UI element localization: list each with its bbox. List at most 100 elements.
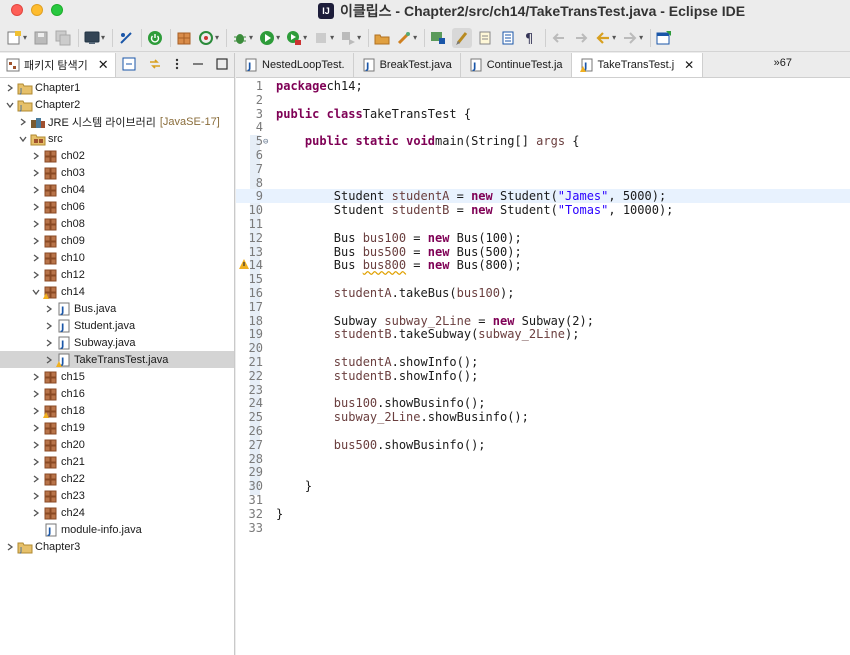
tree-item-ch12[interactable]: ch12 xyxy=(0,266,234,283)
minimize-window-button[interactable] xyxy=(31,4,43,16)
code-line[interactable]: 14 Bus bus800 = new Bus(800); xyxy=(236,258,850,272)
tree-item-ch20[interactable]: ch20 xyxy=(0,436,234,453)
tree-item-ch19[interactable]: ch19 xyxy=(0,419,234,436)
tree-item-ch04[interactable]: ch04 xyxy=(0,181,234,198)
tree-item-ch03[interactable]: ch03 xyxy=(0,164,234,181)
warning-icon[interactable] xyxy=(239,259,249,270)
open-type-icon[interactable] xyxy=(374,28,390,48)
code-line[interactable]: 28 xyxy=(236,452,850,466)
tree-item-bus-java[interactable]: J Bus.java xyxy=(0,300,234,317)
close-icon[interactable]: ✕ xyxy=(98,57,109,73)
outline-icon[interactable] xyxy=(500,28,516,48)
tree-item-ch09[interactable]: ch09 xyxy=(0,232,234,249)
build-icon[interactable]: ▾ xyxy=(340,28,361,48)
chevron-right-icon[interactable] xyxy=(43,354,55,366)
chevron-right-icon[interactable] xyxy=(43,303,55,315)
code-line[interactable]: 7 xyxy=(236,162,850,176)
code-line[interactable]: 12 Bus bus100 = new Bus(100); xyxy=(236,231,850,245)
tab-package-explorer[interactable]: 패키지 탐색기 ✕ xyxy=(0,53,116,77)
tree-item-ch22[interactable]: ch22 xyxy=(0,470,234,487)
paragraph-icon[interactable]: ¶ xyxy=(522,28,538,48)
run-icon[interactable]: ▾ xyxy=(259,28,280,48)
tree-item-chapter1[interactable]: J Chapter1 xyxy=(0,79,234,96)
code-line[interactable]: 17 xyxy=(236,300,850,314)
tree-item-ch08[interactable]: ch08 xyxy=(0,215,234,232)
close-tab-icon[interactable]: ✕ xyxy=(684,58,694,72)
code-line[interactable]: 27 bus500.showBusinfo(); xyxy=(236,438,850,452)
package-icon[interactable] xyxy=(176,28,192,48)
chevron-right-icon[interactable] xyxy=(30,371,42,383)
debug-skip-icon[interactable] xyxy=(118,28,134,48)
chevron-right-icon[interactable] xyxy=(43,320,55,332)
code-line[interactable]: 1 packagech14; xyxy=(236,79,850,93)
editor-tab-nestedlooptest-[interactable]: J NestedLoopTest. xyxy=(236,53,354,77)
refresh-icon[interactable]: ▾ xyxy=(198,28,219,48)
chevron-down-icon[interactable] xyxy=(30,286,42,298)
tree-item-ch16[interactable]: ch16 xyxy=(0,385,234,402)
back-icon[interactable] xyxy=(551,28,567,48)
tree-item-subway-java[interactable]: J Subway.java xyxy=(0,334,234,351)
tree-item-ch18[interactable]: ch18 xyxy=(0,402,234,419)
chevron-right-icon[interactable] xyxy=(30,235,42,247)
editor-tab-breaktest-java[interactable]: J BreakTest.java xyxy=(354,53,461,77)
code-line[interactable]: 15 xyxy=(236,272,850,286)
tree-item-chapter2[interactable]: J Chapter2 xyxy=(0,96,234,113)
perspective-icon[interactable] xyxy=(656,28,672,48)
code-line[interactable]: 25 subway_2Line.showBusinfo(); xyxy=(236,410,850,424)
chevron-right-icon[interactable] xyxy=(30,218,42,230)
editor-tab-taketranstest-j[interactable]: J TakeTransTest.j ✕ xyxy=(571,53,704,77)
view-menu-icon[interactable] xyxy=(174,57,180,71)
code-line[interactable]: 9 Student studentA = new Student("James"… xyxy=(236,189,850,204)
terminal-icon[interactable]: ▾ xyxy=(84,28,105,48)
tools-icon[interactable]: ▾ xyxy=(396,28,417,48)
tree-item-chapter3[interactable]: J Chapter3 xyxy=(0,538,234,555)
chevron-right-icon[interactable] xyxy=(30,405,42,417)
code-line[interactable]: 2 xyxy=(236,93,850,107)
code-line[interactable]: 29 xyxy=(236,465,850,479)
nav-back-icon[interactable]: ▾ xyxy=(595,28,616,48)
chevron-right-icon[interactable] xyxy=(43,337,55,349)
code-line[interactable]: 10 Student studentB = new Student("Tomas… xyxy=(236,203,850,217)
chevron-right-icon[interactable] xyxy=(30,201,42,213)
chevron-right-icon[interactable] xyxy=(4,82,16,94)
tree-item-ch21[interactable]: ch21 xyxy=(0,453,234,470)
tree-item-ch02[interactable]: ch02 xyxy=(0,147,234,164)
code-line[interactable]: 5 ⊖ public static voidmain(String[] args … xyxy=(236,134,850,148)
tree-item-jre[interactable]: JRE 시스템 라이브러리 [JavaSE-17] xyxy=(0,113,234,130)
code-line[interactable]: 13 Bus bus500 = new Bus(500); xyxy=(236,245,850,259)
link-with-editor-icon[interactable] xyxy=(148,57,162,71)
annotation-icon[interactable] xyxy=(430,28,446,48)
code-line[interactable]: 18 Subway subway_2Line = new Subway(2); xyxy=(236,314,850,328)
tree-item-ch14[interactable]: ch14 xyxy=(0,283,234,300)
tree-item-ch15[interactable]: ch15 xyxy=(0,368,234,385)
tree-item-ch23[interactable]: ch23 xyxy=(0,487,234,504)
code-line[interactable]: 11 xyxy=(236,217,850,231)
tree-item-ch06[interactable]: ch06 xyxy=(0,198,234,215)
new-icon[interactable]: ▾ xyxy=(6,28,27,48)
tree-item-ch10[interactable]: ch10 xyxy=(0,249,234,266)
stop-icon[interactable]: ▾ xyxy=(313,28,334,48)
code-line[interactable]: 16 studentA.takeBus(bus100); xyxy=(236,286,850,300)
chevron-right-icon[interactable] xyxy=(30,150,42,162)
chevron-down-icon[interactable] xyxy=(4,99,16,111)
code-line[interactable]: 21 studentA.showInfo(); xyxy=(236,355,850,369)
forward-icon[interactable] xyxy=(573,28,589,48)
chevron-right-icon[interactable] xyxy=(30,490,42,502)
highlight-icon[interactable] xyxy=(452,27,473,48)
chevron-right-icon[interactable] xyxy=(4,541,16,553)
chevron-right-icon[interactable] xyxy=(30,252,42,264)
chevron-right-icon[interactable] xyxy=(30,507,42,519)
chevron-down-icon[interactable] xyxy=(17,133,29,145)
chevron-right-icon[interactable] xyxy=(17,116,29,128)
code-line[interactable]: 30 } xyxy=(236,479,850,493)
code-line[interactable]: 20 xyxy=(236,341,850,355)
code-line[interactable]: 33 xyxy=(236,521,850,535)
doc-icon[interactable] xyxy=(478,28,494,48)
code-line[interactable]: 4 xyxy=(236,120,850,134)
maximize-icon[interactable] xyxy=(216,57,228,71)
code-line[interactable]: 23 xyxy=(236,383,850,397)
power-icon[interactable] xyxy=(147,28,163,48)
bug-icon[interactable]: ▾ xyxy=(232,28,253,48)
tree-item-ch24[interactable]: ch24 xyxy=(0,504,234,521)
code-editor[interactable]: 1 packagech14; 2 3 public classTakeTransTest… xyxy=(236,77,850,655)
